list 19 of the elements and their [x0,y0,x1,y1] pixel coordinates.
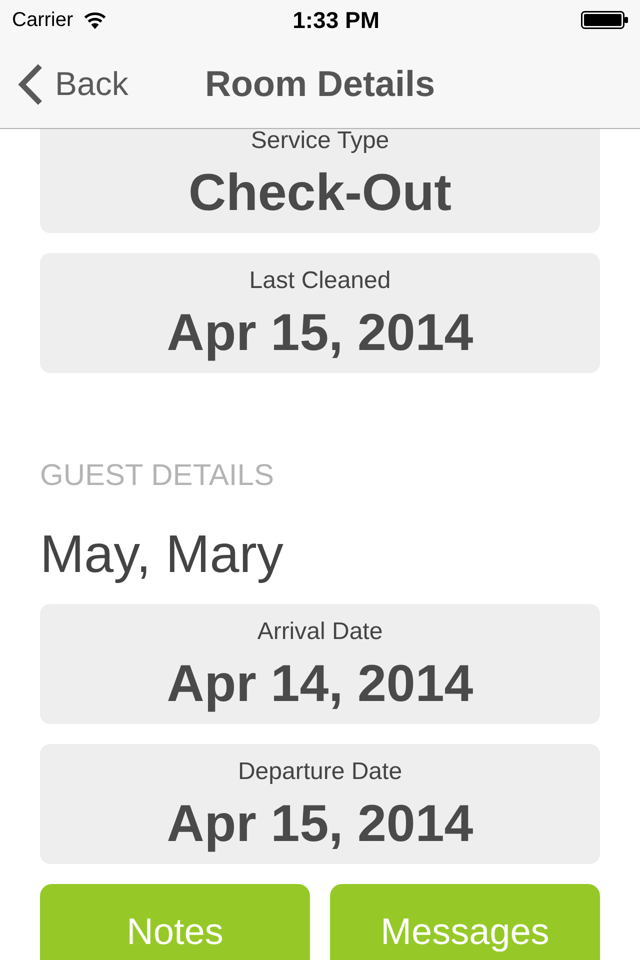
card-value: Check-Out [188,165,452,221]
messages-button[interactable]: Messages [330,884,600,960]
card-value: Apr 14, 2014 [166,656,474,712]
card-label: Arrival Date [257,620,383,644]
chevron-left-icon [16,62,43,106]
card-value: Apr 15, 2014 [166,796,474,852]
page-title: Room Details [204,63,436,105]
back-button[interactable]: Back [16,62,128,106]
battery-icon [581,11,628,29]
card-label: Service Type [250,129,390,153]
wifi-icon [83,11,108,29]
notes-button[interactable]: Notes [40,884,310,960]
clock-time: 1:33 PM [292,7,380,33]
card-value: Apr 15, 2014 [166,305,474,361]
section-heading: GUEST DETAILS [40,459,274,493]
card-label: Departure Date [238,760,402,784]
card-label: Last Cleaned [249,269,391,293]
guest-name: May, Mary [40,527,284,583]
carrier-name: Carrier [12,8,74,32]
